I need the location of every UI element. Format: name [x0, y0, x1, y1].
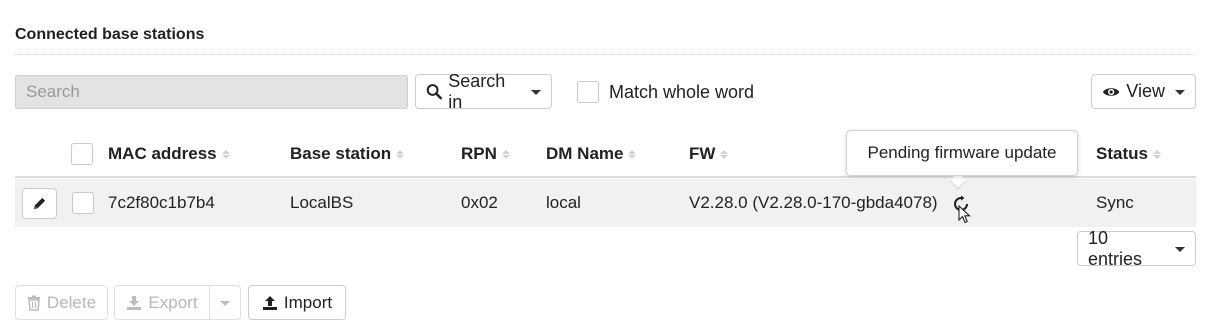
title-divider	[15, 54, 1196, 55]
select-all-checkbox[interactable]	[71, 143, 93, 165]
delete-label: Delete	[46, 292, 97, 312]
section-title: Connected base stations	[15, 26, 205, 43]
cell-dm-name: local	[546, 193, 581, 212]
import-label: Import	[283, 292, 333, 312]
sort-icon	[1152, 149, 1161, 159]
sort-icon	[720, 149, 729, 159]
delete-button[interactable]: Delete	[15, 285, 108, 320]
chevron-down-icon	[220, 301, 230, 306]
export-label: Export	[148, 292, 198, 312]
view-label: View	[1126, 81, 1165, 101]
sort-icon	[221, 149, 230, 159]
column-label: FW	[689, 144, 716, 163]
column-status[interactable]: Status	[1096, 144, 1161, 164]
search-in-dropdown[interactable]: Search in	[415, 71, 552, 112]
cell-fw: V2.28.0 (V2.28.0-170-gbda4078)	[689, 193, 938, 212]
chevron-down-icon	[1175, 247, 1185, 252]
export-button[interactable]: Export	[114, 285, 210, 320]
chevron-down-icon	[531, 90, 541, 95]
cell-rpn: 0x02	[461, 193, 498, 212]
trash-icon	[27, 295, 40, 311]
eye-icon	[1102, 87, 1120, 96]
match-whole-word-option[interactable]: Match whole word	[577, 81, 754, 103]
edit-button[interactable]	[22, 188, 57, 219]
row-select-checkbox[interactable]	[72, 192, 94, 214]
column-dm-name[interactable]: DM Name	[546, 144, 637, 164]
search-icon	[426, 84, 442, 100]
search-input[interactable]	[15, 75, 408, 109]
sort-icon	[501, 149, 510, 159]
search-in-label: Search in	[448, 70, 506, 112]
download-icon	[127, 295, 142, 310]
match-whole-word-label: Match whole word	[609, 81, 755, 102]
firmware-tooltip: Pending firmware update	[846, 130, 1078, 176]
view-dropdown[interactable]: View	[1091, 74, 1196, 109]
sort-icon	[628, 149, 637, 159]
sort-icon	[396, 149, 405, 159]
export-options-dropdown[interactable]	[209, 285, 241, 320]
column-label: DM Name	[546, 144, 624, 163]
chevron-down-icon	[1175, 90, 1185, 95]
match-whole-word-checkbox[interactable]	[577, 81, 599, 103]
pencil-icon	[33, 197, 46, 210]
upload-icon	[262, 295, 277, 310]
cell-status: Sync	[1096, 193, 1134, 212]
column-fw[interactable]: FW	[689, 144, 729, 164]
column-rpn[interactable]: RPN	[461, 144, 510, 164]
column-base-station[interactable]: Base station	[290, 144, 405, 164]
import-button[interactable]: Import	[248, 285, 346, 320]
column-label: MAC address	[108, 144, 217, 163]
column-label: RPN	[461, 144, 497, 163]
column-label: Base station	[290, 144, 392, 163]
cell-mac-address: 7c2f80c1b7b4	[108, 193, 215, 212]
entries-label: 10 entries	[1088, 227, 1143, 269]
entries-per-page-dropdown[interactable]: 10 entries	[1077, 228, 1196, 269]
table-row[interactable]: 7c2f80c1b7b4 LocalBS 0x02 local V2.28.0 …	[15, 179, 1196, 227]
cell-base-station: LocalBS	[290, 193, 354, 212]
mouse-pointer-icon	[958, 205, 971, 224]
column-mac-address[interactable]: MAC address	[108, 144, 230, 164]
column-label: Status	[1096, 144, 1148, 163]
